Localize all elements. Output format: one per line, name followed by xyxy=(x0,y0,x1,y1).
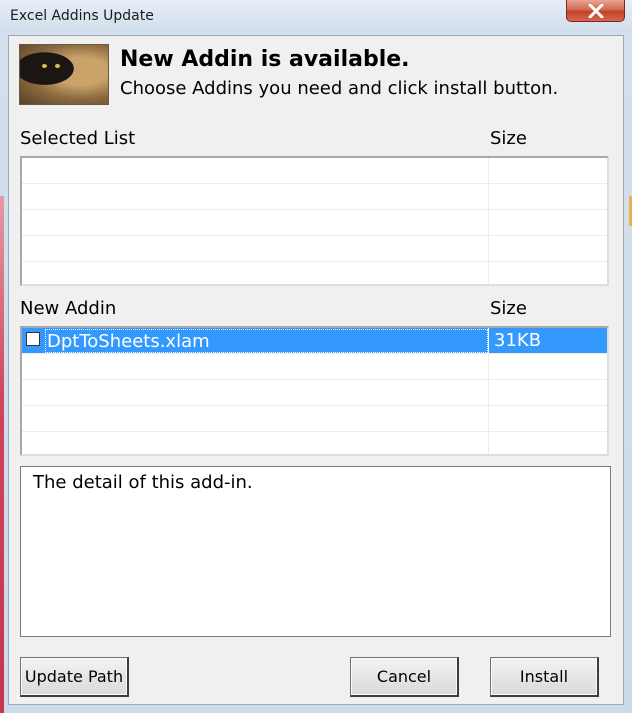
dialog-window: Excel Addins Update New Addin is availab… xyxy=(0,0,632,713)
addin-detail-textbox[interactable]: The detail of this add-in. xyxy=(20,466,611,637)
cancel-button[interactable]: Cancel xyxy=(350,657,459,697)
list-item[interactable] xyxy=(22,210,607,236)
window-title: Excel Addins Update xyxy=(10,8,154,24)
selected-list-label: Selected List xyxy=(20,128,136,149)
page-title: New Addin is available. xyxy=(120,47,410,72)
list-item[interactable] xyxy=(22,406,607,432)
new-addin-label: New Addin xyxy=(20,298,117,319)
new-addin-size-header: Size xyxy=(490,298,527,319)
close-icon xyxy=(567,0,624,21)
list-item[interactable] xyxy=(22,236,607,262)
install-button[interactable]: Install xyxy=(490,657,599,697)
page-subtitle: Choose Addins you need and click install… xyxy=(120,78,559,99)
dialog-client-area: New Addin is available. Choose Addins yo… xyxy=(8,35,624,705)
cat-avatar-image xyxy=(19,44,109,105)
selected-list-size-header: Size xyxy=(490,128,527,149)
window-edge-left xyxy=(0,196,4,713)
cat-eye xyxy=(55,64,60,68)
list-item[interactable] xyxy=(22,262,607,284)
cat-eye xyxy=(42,64,47,68)
title-bar[interactable]: Excel Addins Update xyxy=(0,0,632,36)
addin-size: 31KB xyxy=(494,330,542,351)
addin-checkbox[interactable] xyxy=(26,332,40,346)
new-addin-list-view[interactable]: DptToSheets.xlam 31KB xyxy=(20,326,609,456)
close-button[interactable] xyxy=(566,0,625,22)
list-item[interactable] xyxy=(22,184,607,210)
list-item[interactable] xyxy=(22,380,607,406)
addin-detail-text: The detail of this add-in. xyxy=(33,472,253,493)
selected-list-view[interactable] xyxy=(20,156,609,286)
list-item[interactable] xyxy=(22,354,607,380)
list-item[interactable] xyxy=(22,158,607,184)
addin-name: DptToSheets.xlam xyxy=(45,329,488,353)
list-item[interactable] xyxy=(22,432,607,454)
update-path-button[interactable]: Update Path xyxy=(20,657,129,697)
addin-row[interactable]: DptToSheets.xlam 31KB xyxy=(22,328,607,354)
